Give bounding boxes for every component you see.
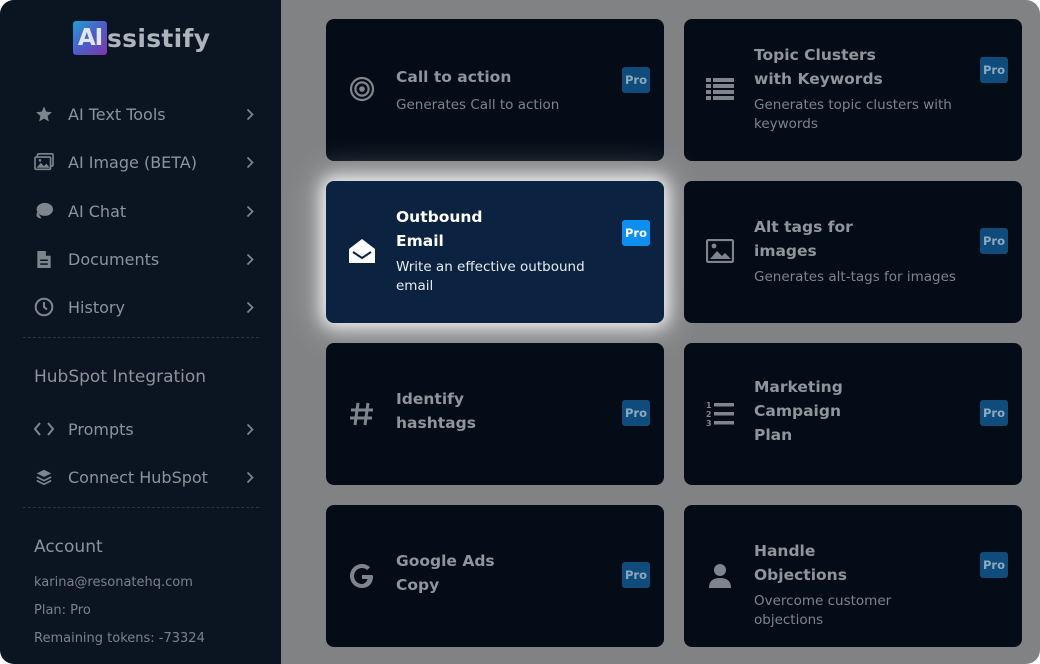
tool-card-alt-tags[interactable]: Alt tags for images Generates alt-tags f… — [684, 181, 1022, 323]
pro-badge: Pro — [622, 400, 650, 426]
sidebar-item-prompts[interactable]: Prompts — [34, 416, 256, 442]
tool-card-topic-clusters[interactable]: Topic Clusters with Keywords Generates t… — [684, 19, 1022, 161]
logo-text: ssistify — [107, 23, 211, 53]
chevron-right-icon — [244, 467, 256, 487]
pro-badge: Pro — [980, 552, 1008, 578]
card-title: Google Ads Copy — [396, 552, 495, 594]
card-description: Write an effective outbound email — [396, 259, 585, 294]
account-tokens: Remaining tokens: -73324 — [34, 631, 205, 646]
sidebar-item-history[interactable]: History — [34, 294, 256, 320]
card-description: Overcome customer objections — [754, 593, 892, 628]
chevron-right-icon — [244, 419, 256, 439]
pro-badge: Pro — [980, 228, 1008, 254]
code-icon — [34, 419, 54, 439]
card-description: Generates topic clusters with keywords — [754, 97, 952, 132]
account-section-title: Account — [34, 537, 103, 557]
sidebar: AI ssistify AI Text Tools AI Image (BETA… — [0, 0, 281, 664]
account-plan: Plan: Pro — [34, 603, 91, 618]
sidebar-item-label: Connect HubSpot — [68, 467, 208, 487]
hashtag-icon — [348, 400, 376, 428]
chevron-right-icon — [244, 297, 256, 317]
pro-badge: Pro — [622, 562, 650, 588]
card-description: Generates Call to action — [396, 97, 560, 113]
sidebar-item-label: AI Image (BETA) — [68, 152, 197, 172]
chevron-right-icon — [244, 152, 256, 172]
document-icon — [34, 249, 54, 269]
tool-card-identify-hashtags[interactable]: Identify hashtags Pro — [326, 343, 664, 485]
card-title: Outbound Email — [396, 208, 483, 250]
clock-icon — [34, 297, 54, 317]
envelope-open-icon — [348, 237, 376, 265]
sidebar-item-ai-image[interactable]: AI Image (BETA) — [34, 149, 256, 175]
chevron-right-icon — [244, 201, 256, 221]
target-icon — [348, 75, 376, 103]
sidebar-divider — [23, 337, 259, 338]
chat-icon — [34, 201, 54, 221]
sidebar-item-ai-chat[interactable]: AI Chat — [34, 198, 256, 224]
pro-badge: Pro — [980, 57, 1008, 83]
sidebar-item-label: AI Text Tools — [68, 104, 166, 124]
card-title: Handle Objections — [754, 542, 847, 584]
google-icon — [348, 562, 376, 590]
sidebar-item-label: Prompts — [68, 419, 134, 439]
sidebar-item-label: AI Chat — [68, 201, 127, 221]
sidebar-item-label: Documents — [68, 249, 160, 269]
tool-card-outbound-email[interactable]: Outbound Email Write an effective outbou… — [326, 181, 664, 323]
logo[interactable]: AI ssistify — [73, 21, 210, 55]
tool-card-google-ads-copy[interactable]: Google Ads Copy Pro — [326, 505, 664, 647]
account-email: karina@resonatehq.com — [34, 575, 193, 590]
tool-card-handle-objections[interactable]: Handle Objections Overcome customer obje… — [684, 505, 1022, 647]
app-window: AI ssistify AI Text Tools AI Image (BETA… — [0, 0, 1040, 664]
card-title: Topic Clusters with Keywords — [754, 46, 883, 88]
svg-text:1: 1 — [706, 401, 712, 410]
tool-card-call-to-action[interactable]: Call to action Generates Call to action … — [326, 19, 664, 161]
card-title: Identify hashtags — [396, 390, 476, 432]
svg-text:2: 2 — [706, 410, 712, 419]
logo-badge: AI — [73, 21, 107, 55]
sidebar-item-connect-hubspot[interactable]: Connect HubSpot — [34, 464, 256, 490]
numbered-list-icon: 123 — [706, 400, 734, 428]
sidebar-item-ai-text-tools[interactable]: AI Text Tools — [34, 101, 256, 127]
image-icon — [34, 152, 54, 172]
user-icon — [706, 562, 734, 590]
layers-icon — [34, 467, 54, 487]
hubspot-section-title: HubSpot Integration — [34, 367, 207, 387]
sidebar-item-label: History — [68, 297, 125, 317]
list-icon — [706, 75, 734, 103]
tool-card-marketing-campaign-plan[interactable]: 123 Marketing Campaign Plan Pro — [684, 343, 1022, 485]
card-title: Call to action — [396, 68, 512, 86]
card-title: Alt tags for images — [754, 218, 853, 260]
sidebar-divider — [23, 507, 259, 508]
pro-badge: Pro — [622, 67, 650, 93]
card-description: Generates alt-tags for images — [754, 269, 956, 285]
chevron-right-icon — [244, 104, 256, 124]
image-icon — [706, 237, 734, 265]
pro-badge: Pro — [980, 400, 1008, 426]
card-title: Marketing Campaign Plan — [754, 378, 843, 444]
chevron-right-icon — [244, 249, 256, 269]
pro-badge: Pro — [622, 220, 650, 246]
star-icon — [34, 104, 54, 124]
sidebar-item-documents[interactable]: Documents — [34, 246, 256, 272]
svg-text:3: 3 — [706, 419, 712, 428]
